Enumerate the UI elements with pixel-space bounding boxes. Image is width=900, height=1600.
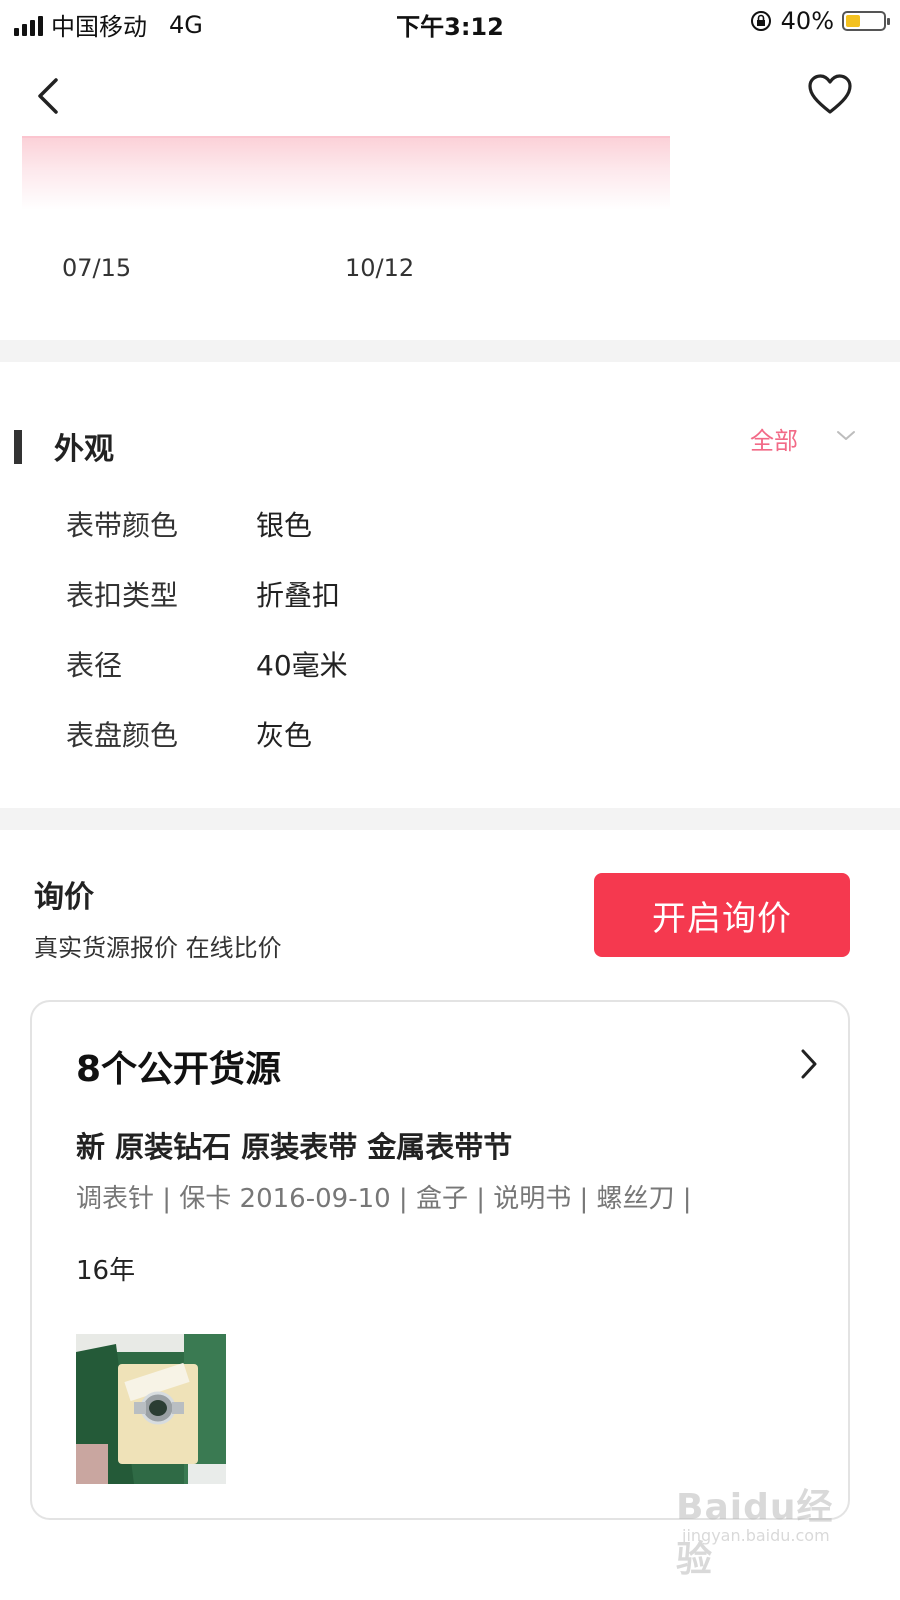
chevron-right-icon[interactable] xyxy=(798,1046,820,1082)
inquiry-subtitle: 真实货源报价 在线比价 xyxy=(34,934,282,962)
spec-row: 表盘颜色 灰色 xyxy=(66,714,766,754)
spec-value: 折叠扣 xyxy=(256,579,341,612)
spec-key: 表盘颜色 xyxy=(66,719,179,752)
appearance-section-title: 外观 xyxy=(54,432,114,467)
show-all-link[interactable]: 全部 xyxy=(750,421,798,456)
back-button[interactable] xyxy=(30,72,70,120)
listing-thumbnail[interactable] xyxy=(76,1334,226,1484)
sources-count-title: 8个公开货源 xyxy=(76,1049,282,1090)
battery-percent: 40% xyxy=(780,7,834,35)
section-divider xyxy=(0,340,900,362)
status-bar: 中国移动 4G 下午3:12 40% xyxy=(0,0,900,44)
watch-in-box-photo xyxy=(76,1334,226,1484)
spec-key: 表径 xyxy=(66,649,123,682)
condition-tags: 新 原装钻石 原装表带 金属表带节 xyxy=(76,1130,513,1164)
section-divider xyxy=(0,808,900,830)
price-trend-chart xyxy=(22,136,670,210)
section-marker xyxy=(14,430,22,464)
spec-key: 表扣类型 xyxy=(66,579,179,612)
spec-row: 表扣类型 折叠扣 xyxy=(66,574,766,614)
accessories-list: 调表针 | 保卡 2016-09-10 | 盒子 | 说明书 | 螺丝刀 | xyxy=(76,1184,692,1214)
spec-row: 表径 40毫米 xyxy=(66,644,766,684)
battery-icon xyxy=(842,11,890,31)
year-label: 16年 xyxy=(76,1256,136,1286)
spec-value: 银色 xyxy=(256,509,313,542)
heart-outline-icon xyxy=(808,74,852,114)
chevron-left-icon xyxy=(38,78,58,114)
battery-fill xyxy=(846,15,860,27)
spec-key: 表带颜色 xyxy=(66,509,179,542)
spec-row: 表带颜色 银色 xyxy=(66,504,766,544)
inquiry-title: 询价 xyxy=(34,880,94,915)
public-sources-card[interactable]: 8个公开货源 新 原装钻石 原装表带 金属表带节 调表针 | 保卡 2016-0… xyxy=(30,1000,850,1520)
chevron-down-icon[interactable] xyxy=(834,426,858,446)
watermark-url: jingyan.baidu.com xyxy=(682,1526,830,1545)
start-inquiry-button[interactable]: 开启询价 xyxy=(594,873,850,957)
baidu-watermark: Baidu经验 jingyan.baidu.com xyxy=(676,1478,856,1580)
chart-x-label: 07/15 xyxy=(62,254,132,282)
spec-value: 灰色 xyxy=(256,719,313,752)
spec-value: 40毫米 xyxy=(256,649,348,682)
price-trend-line xyxy=(22,136,670,138)
favorite-button[interactable] xyxy=(806,72,854,116)
status-right: 40% xyxy=(749,7,890,35)
product-detail-page: 中国移动 4G 下午3:12 40% 07/15 10/12 外观 全部 表带颜… xyxy=(0,0,900,1600)
rotation-lock-icon xyxy=(750,11,771,31)
chart-x-label: 10/12 xyxy=(345,254,415,282)
